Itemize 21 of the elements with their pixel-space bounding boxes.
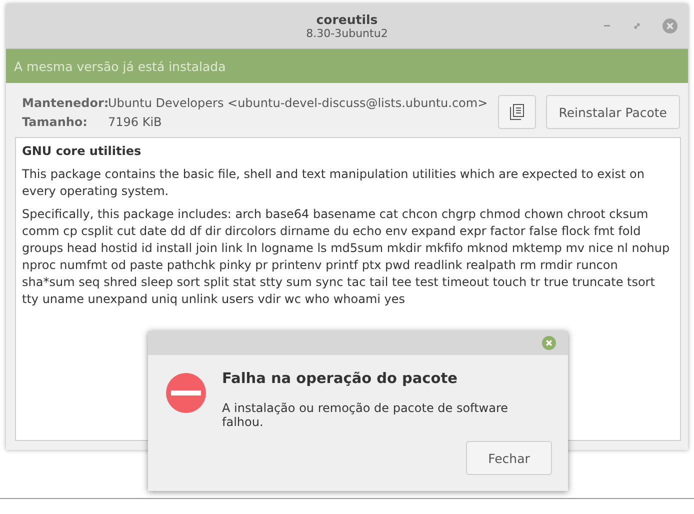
close-icon[interactable] (542, 336, 556, 350)
field-label: Tamanho: (22, 114, 88, 128)
dialog-heading: Falha na operação do pacote (222, 371, 458, 387)
description-paragraph: Specifically, this package includes: arch base64 basename cat chcon chgrp chmod chown chroot cksum comm cp csplit cut date dd df dir dircolors dirname du echo env expand expr factor false flock fmt fold groups head hostid id install join link ln logname ls md5sum mkdir mkfifo mknod mktemp mv nice nl nohup nproc numfmt od paste pathchk pinky pr printenv printf ptx pwd readlink realpath rm rmdir runcon sha*sum seq shred sleep sort split stat stty sum sync tac tail tee test timeout touch tr true truncate tsort tty uname unexpand uniq unlink users vdir wc who whoami yes (22, 206, 671, 308)
dialog-message: A instalação ou remoção de pacote de software falhou. (222, 401, 509, 429)
field-value: 7196 KiB (108, 114, 162, 128)
close-button[interactable]: Fechar (466, 441, 552, 475)
description-title: GNU core utilities (22, 143, 142, 160)
copy-button[interactable] (498, 95, 536, 129)
error-icon (166, 373, 206, 413)
minimize-icon[interactable] (602, 24, 612, 28)
description-paragraph: This package contains the basic file, shell and text manipulation utilities which are expected to exist on every operating system. (22, 166, 646, 200)
close-icon[interactable] (662, 18, 678, 34)
field-label: Mantenedor: (22, 96, 108, 110)
field-value: Ubuntu Developers <ubuntu-devel-discuss@lists.ubuntu.com> (108, 96, 488, 110)
window-subtitle: 8.30-3ubuntu2 (306, 27, 388, 40)
reinstall-button[interactable]: Reinstalar Pacote (546, 95, 680, 129)
window-title: coreutils (316, 12, 378, 27)
maximize-icon[interactable] (632, 21, 642, 31)
copy-icon (510, 104, 524, 120)
status-message: A mesma versão já está instalada (14, 58, 226, 74)
